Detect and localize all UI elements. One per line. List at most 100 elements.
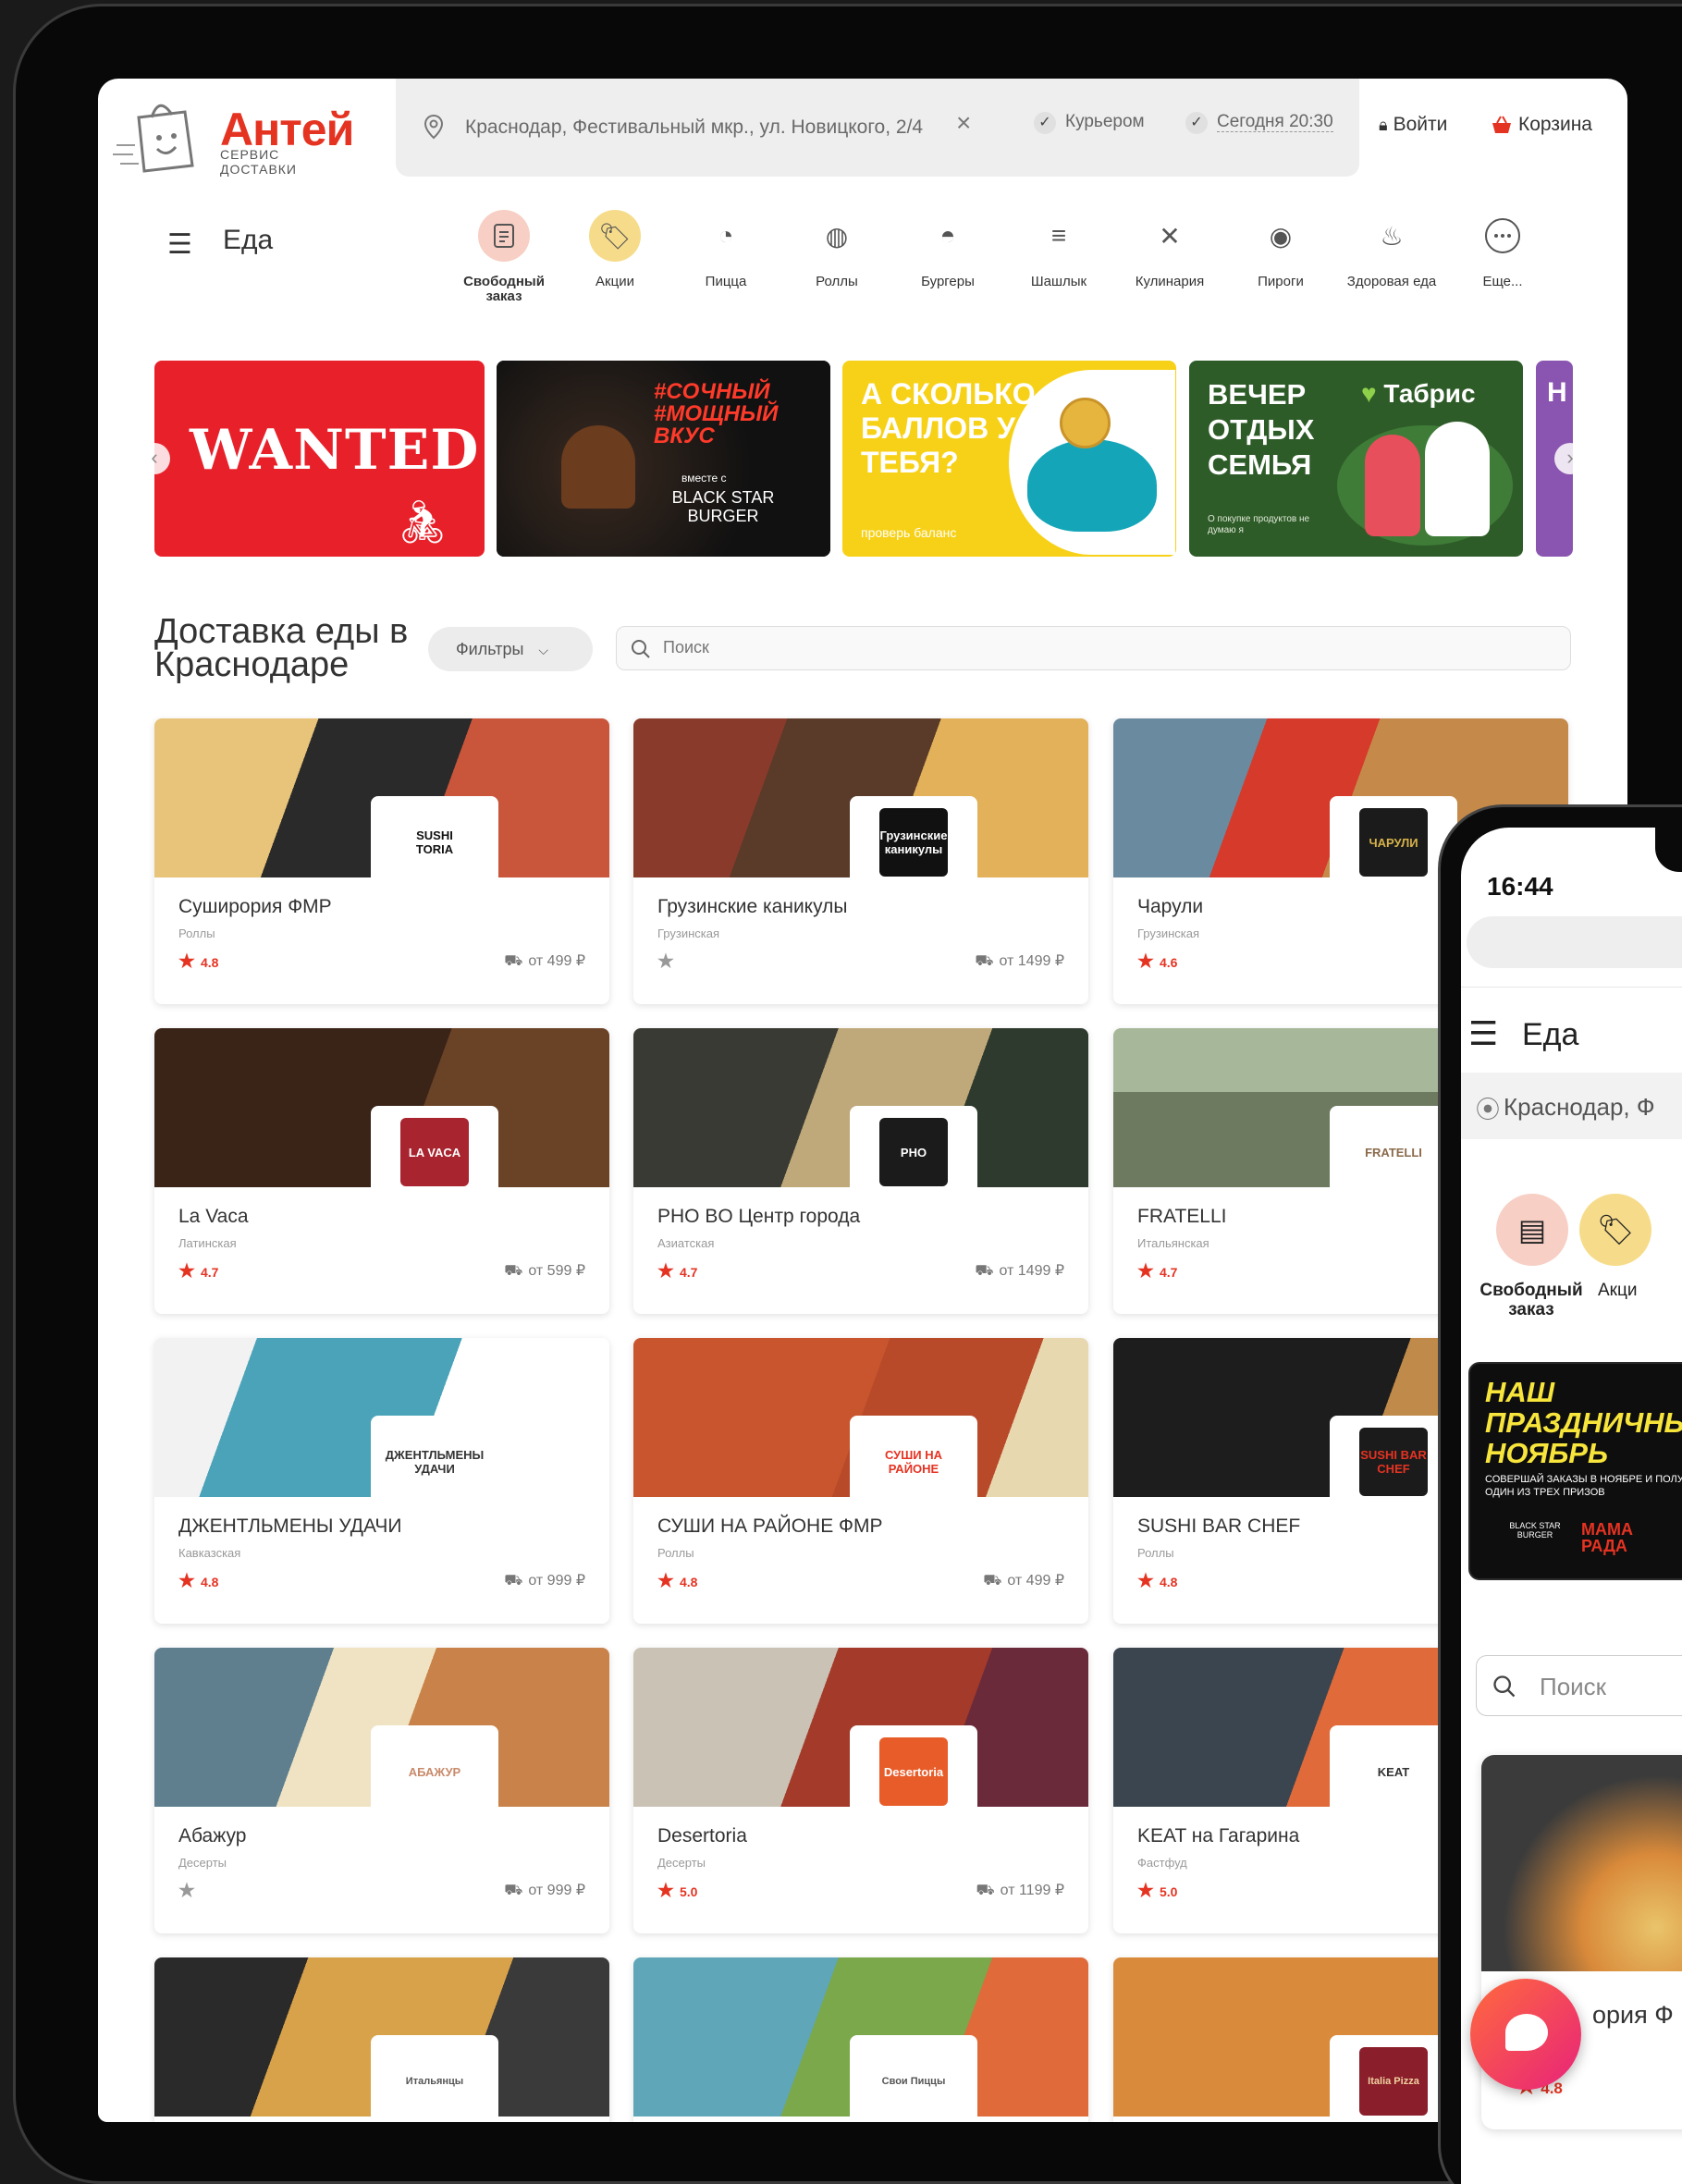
carousel-next-icon[interactable]: › [1554,443,1586,474]
lock-icon: 🔒︎ [1379,116,1388,134]
promo-banner-points[interactable]: А СКОЛЬКО БАЛЛОВ У ТЕБЯ? проверь баланс [842,361,1176,557]
chevron-down-icon: ⌵ [538,643,549,657]
logo-mark: KEAT [1359,1737,1428,1806]
banner-brand: ♥ Табрис [1361,379,1476,408]
star-icon: ★ [178,1261,195,1282]
restaurant-rating: ★ [178,1879,201,1902]
hamburger-menu-icon[interactable]: ☰ [1468,1014,1498,1053]
price-value: от 499 ₽ [528,953,585,969]
restaurant-name: Суширория ФМР [178,896,332,917]
logo-mark: Desertoria [879,1737,948,1806]
restaurant-cuisine: Грузинская [657,926,720,940]
restaurant-cuisine: Роллы [178,926,215,940]
rating-value: 4.7 [679,1265,698,1280]
restaurant-name: Абажур [178,1825,247,1847]
restaurant-logo: ДЖЕНТЛЬМЕНЫ УДАЧИ [371,1416,498,1508]
restaurant-name: Грузинские каникулы [657,896,848,917]
star-icon: ★ [178,951,195,972]
category-pizza[interactable]: ◔ Пицца [675,210,777,289]
restaurant-logo: АБАЖУР [371,1725,498,1818]
restaurant-name: La Vaca [178,1206,249,1227]
delivery-bag-icon [113,104,194,173]
restaurant-card[interactable]: LA VACA La Vaca Латинская ★ 4.7 ⛟ от 599 ₽ [154,1028,609,1314]
delivery-mode-toggle[interactable]: ✓ Курьером [1034,112,1145,134]
logo[interactable]: Антей СЕРВИС ДОСТАВКИ [107,86,357,197]
divider [1461,987,1682,988]
filters-button[interactable]: Фильтры ⌵ [428,627,593,671]
restaurant-name: Чарули [1137,896,1204,917]
min-order-price: ⛟ от 599 ₽ [504,1261,585,1281]
restaurant-card[interactable]: SUSHI TORIA Суширория ФМР Роллы ★ 4.8 ⛟ от 499… [154,718,609,1004]
category-label: Бургеры [921,274,975,289]
restaurant-card[interactable]: Грузинские каникулы Грузинские каникулы Гр… [633,718,1088,1004]
login-button[interactable]: 🔒︎ Войти [1379,114,1447,136]
restaurant-card[interactable]: Итальянцы [154,1957,609,2122]
category-label: Роллы [816,274,858,289]
clear-address-icon[interactable]: × [956,108,971,138]
banner-brand: BLACK STAR BURGER [671,488,775,525]
banner-title: ВЕЧЕР ОТДЫХ СЕМЬЯ [1208,378,1315,481]
chat-button[interactable] [1470,1979,1581,2090]
tag-icon[interactable]: 🏷︎ [1579,1194,1651,1266]
phone-address-text: Краснодар, Ф [1504,1093,1655,1121]
rating-value: 4.8 [1159,1575,1178,1589]
address-bar[interactable]: Краснодар, Фестивальный мкр., ул. Новицк… [396,79,1359,177]
restaurant-card[interactable]: Desertoria Desertoria Десерты ★ 5.0 ⛟ от 1199 … [633,1648,1088,1933]
banner-title: WANTED [190,418,480,483]
restaurant-card[interactable]: СУШИ НА РАЙОНЕ СУШИ НА РАЙОНЕ ФМР Роллы ★ 4.… [633,1338,1088,1624]
phone-status-time: 16:44 [1487,872,1553,901]
category-promos[interactable]: 🏷︎ Акции [564,210,666,289]
phone-top-bar[interactable] [1467,916,1682,968]
category-more[interactable]: Еще... [1452,210,1553,289]
search-bar[interactable] [616,626,1571,670]
wallet-image [1027,439,1157,532]
banner-subtitle: проверь баланс [861,525,957,540]
restaurant-card[interactable]: ДЖЕНТЛЬМЕНЫ УДАЧИ ДЖЕНТЛЬМЕНЫ УДАЧИ Кавказ… [154,1338,609,1624]
delivery-time-selector[interactable]: ✓ Сегодня 20:30 [1185,112,1333,134]
rating-value: 4.6 [1159,955,1178,970]
rating-value: 4.7 [1159,1265,1178,1280]
restaurant-card[interactable]: Свои Пиццы [633,1957,1088,2122]
cart-button[interactable]: Корзина [1491,114,1592,136]
restaurant-logo: LA VACA [371,1106,498,1198]
category-kebab[interactable]: ≡ Шашлык [1008,210,1110,289]
hamburger-menu-icon[interactable]: ☰ [167,228,192,261]
category-healthy[interactable]: ♨ Здоровая еда [1341,210,1443,289]
logo-subtitle: СЕРВИС ДОСТАВКИ [220,147,297,177]
restaurant-rating: ★ 4.8 [657,1569,697,1592]
phone-promo-banner[interactable]: НАШ ПРАЗДНИЧНЫ НОЯБРЬ СОВЕРШАЙ ЗАКАЗЫ В … [1468,1362,1682,1580]
list-icon[interactable]: ▤ [1496,1194,1568,1266]
category-burgers[interactable]: ◓ Бургеры [897,210,999,289]
restaurant-rating: ★ 4.8 [178,1569,218,1592]
card-name: ория Ф [1592,2001,1674,2029]
category-free-order[interactable]: Свободный заказ [453,210,555,304]
basket-icon [1492,116,1511,134]
search-icon [632,640,650,658]
phone-search-bar[interactable]: Поиск [1476,1655,1682,1716]
banner-title: НАШ ПРАЗДНИЧНЫ НОЯБРЬ [1485,1376,1682,1469]
rating-value: 4.7 [200,1265,219,1280]
phone-address-bar[interactable]: ⦿ Краснодар, Ф [1461,1073,1682,1139]
category-cooking[interactable]: ✕ Кулинария [1119,210,1221,289]
category-label: Еще... [1482,274,1523,289]
min-order-price: ⛟ от 499 ₽ [504,951,585,971]
category-pies[interactable]: ◉ Пироги [1230,210,1332,289]
restaurant-logo: СУШИ НА РАЙОНЕ [850,1416,977,1508]
restaurant-logo: PHO [850,1106,977,1198]
rating-value: 5.0 [679,1884,698,1899]
restaurant-card[interactable]: АБАЖУР Абажур Десерты ★ ⛟ от 999 ₽ [154,1648,609,1933]
search-input[interactable] [663,638,1495,657]
price-value: от 1499 ₽ [999,953,1064,969]
category-rolls[interactable]: ◍ Роллы [786,210,888,289]
carousel-prev-icon[interactable]: ‹ [139,443,170,474]
phone-category-label: Свободный заказ [1479,1281,1583,1319]
promo-banner-wanted[interactable]: WANTED 🚴︎ [154,361,485,557]
rating-value: 4.8 [679,1575,698,1589]
logo-mark: АБАЖУР [400,1737,469,1806]
tablet-screen: Антей СЕРВИС ДОСТАВКИ Краснодар, Фестива… [98,79,1627,2122]
promo-banner-black-star[interactable]: #СОЧНЫЙ #МОЩНЫЙ ВКУС вместе с BLACK STAR… [497,361,830,557]
restaurant-card[interactable]: PHO PHO BO Центр города Азиатская ★ 4.7 ⛟ от 1… [633,1028,1088,1314]
restaurant-cuisine: Грузинская [1137,926,1200,940]
star-icon: ★ [657,951,674,972]
promo-banner-tabris[interactable]: ВЕЧЕР ОТДЫХ СЕМЬЯ ♥ Табрис О покупке про… [1189,361,1523,557]
